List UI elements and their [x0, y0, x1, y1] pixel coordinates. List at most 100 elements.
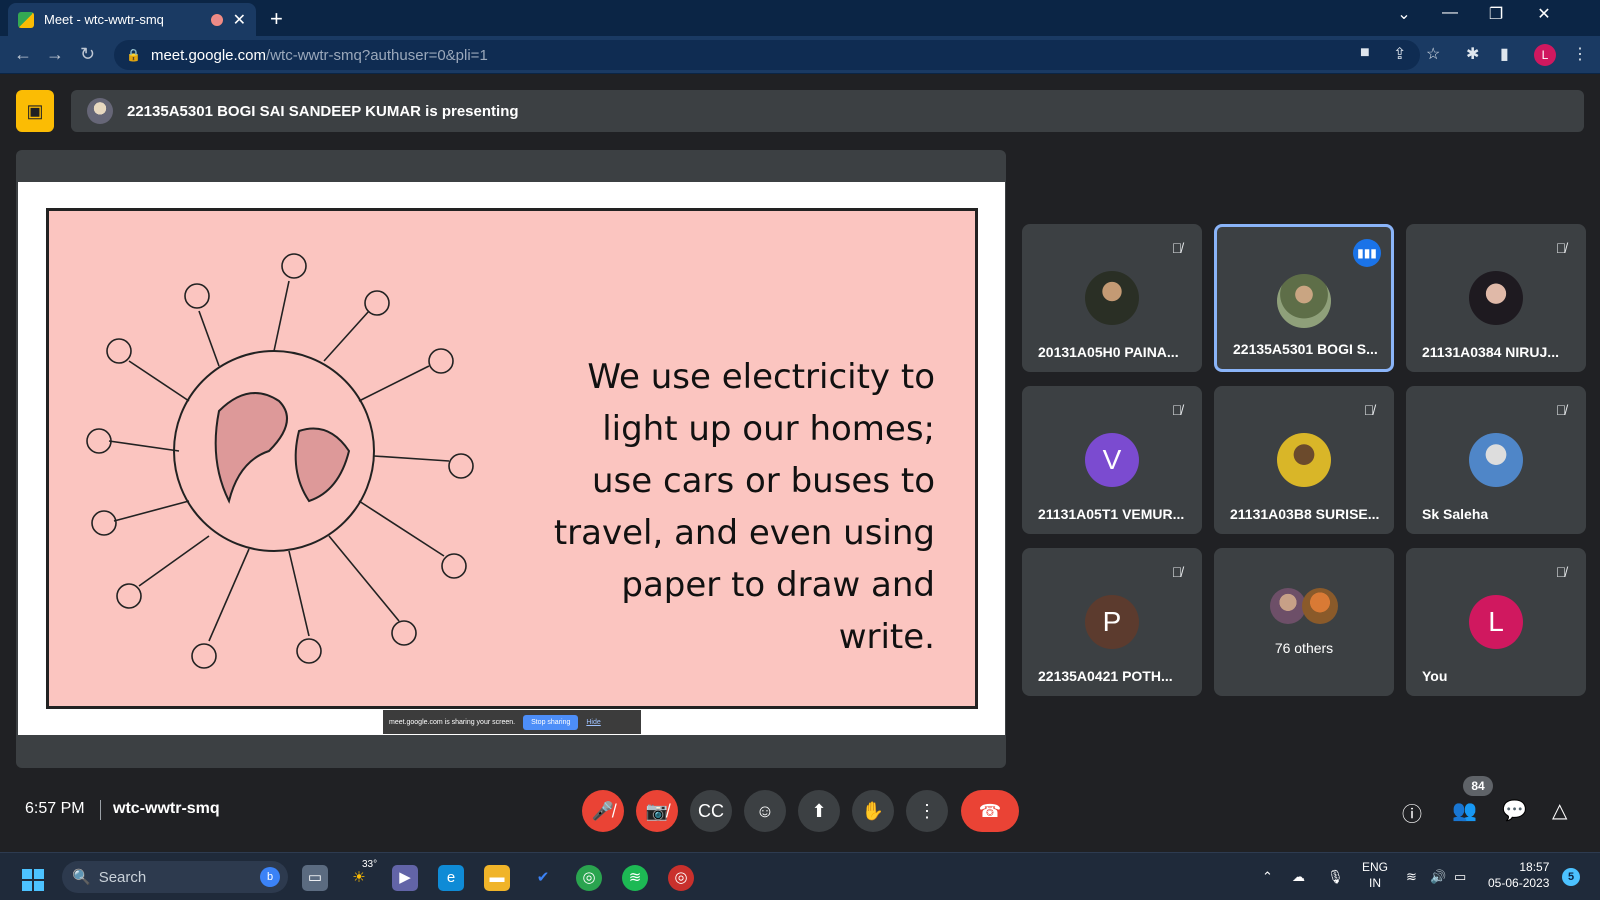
microphone-icon[interactable]: 🎙 [1327, 869, 1344, 885]
presentation-icon[interactable]: ▣ [16, 90, 54, 132]
others-count: 76 others [1274, 640, 1334, 656]
participant-name: 22135A5301 BOGI S... [1233, 341, 1378, 357]
presenting-text: 22135A5301 BOGI SAI SANDEEP KUMAR is pre… [127, 102, 519, 120]
file-explorer-icon[interactable]: ▬ [484, 865, 510, 891]
notification-badge[interactable]: 5 [1562, 868, 1580, 886]
mic-off-icon: 🎙̸ [1555, 240, 1567, 256]
participant-tile-active-speaker[interactable]: ▮▮▮ 22135A5301 BOGI S... [1214, 224, 1394, 372]
meeting-details-icon[interactable]: ⓘ [1402, 798, 1422, 827]
meeting-code: wtc-wwtr-smq [113, 800, 220, 817]
browser-toolbar: ← → ↻ 🔒 meet.google.com/wtc-wwtr-smq?aut… [0, 36, 1600, 74]
chrome-profile-icon[interactable]: ◎ [668, 865, 694, 891]
wifi-icon[interactable]: ≋ [1406, 869, 1417, 885]
slide-text: We use electricity to light up our homes… [553, 357, 935, 657]
battery-icon[interactable]: ▭ [1454, 869, 1466, 885]
extensions-icon[interactable]: ✱ [1466, 44, 1479, 64]
lang-top: ENG [1362, 860, 1389, 874]
close-tab-icon[interactable]: ✕ [233, 10, 246, 30]
bookmark-star-icon[interactable]: ☆ [1426, 44, 1440, 64]
screen-share-notice: meet.google.com is sharing your screen. … [383, 710, 641, 734]
presenting-banner: 22135A5301 BOGI SAI SANDEEP KUMAR is pre… [71, 90, 1584, 132]
profile-avatar[interactable]: L [1534, 44, 1556, 66]
hide-link[interactable]: Hide [586, 719, 600, 726]
chrome-icon[interactable]: ◎ [576, 865, 602, 891]
url-host: meet.google.com [150, 46, 267, 64]
tab-search-icon[interactable]: ⌄ [1384, 4, 1424, 24]
avatar [1277, 433, 1331, 487]
captions-button[interactable]: CC [690, 790, 732, 832]
side-panel-icon[interactable]: ▮ [1500, 44, 1509, 64]
close-window-icon[interactable]: ✕ [1524, 4, 1564, 24]
spotify-icon[interactable]: ≋ [622, 865, 648, 891]
mic-off-icon: 🎙̸ [1555, 564, 1567, 580]
mic-off-icon: 🎙̸ [1171, 240, 1183, 256]
participant-tile[interactable]: 🎙̸ 21131A0384 NIRUJ... [1406, 224, 1586, 372]
present-now-button[interactable]: ⬆ [798, 790, 840, 832]
back-icon[interactable]: ← [14, 44, 32, 65]
participant-name: Sk Saleha [1422, 506, 1489, 522]
tab-meet[interactable]: Meet - wtc-wwtr-smq ✕ [8, 3, 256, 36]
onedrive-icon[interactable]: ☁ [1292, 869, 1305, 885]
participant-tile[interactable]: 🎙̸ 20131A05H0 PAINA... [1022, 224, 1202, 372]
avatar: L [1469, 595, 1523, 649]
self-tile[interactable]: 🎙̸ L You [1406, 548, 1586, 696]
participant-name: You [1422, 668, 1448, 684]
restore-icon[interactable]: ❐ [1476, 4, 1516, 24]
volume-icon[interactable]: 🔊 [1430, 869, 1446, 885]
participant-name: 21131A0384 NIRUJ... [1422, 344, 1559, 360]
browser-tab-strip: Meet - wtc-wwtr-smq ✕ + ⌄ — ❐ ✕ [0, 0, 1600, 36]
teams-chat-icon[interactable]: ▶ [392, 865, 418, 891]
mic-off-icon: 🎙̸ [1171, 564, 1183, 580]
more-options-button[interactable]: ⋮ [906, 790, 948, 832]
chrome-menu-icon[interactable]: ⋮ [1572, 44, 1588, 64]
avatar [1085, 271, 1139, 325]
share-notice-text: meet.google.com is sharing your screen. [389, 718, 516, 726]
camera-in-use-icon[interactable]: ■ [1360, 44, 1370, 62]
show-hidden-icons-icon[interactable]: ⌃ [1262, 869, 1273, 885]
people-icon[interactable]: 👥 [1452, 798, 1477, 823]
participant-tile[interactable]: 🎙̸ Sk Saleha [1406, 386, 1586, 534]
clock-date: 05-06-2023 [1488, 876, 1550, 890]
others-tile[interactable]: 76 others [1214, 548, 1394, 696]
new-tab-icon[interactable]: + [270, 6, 283, 32]
people-count-badge: 84 [1463, 776, 1493, 796]
reactions-button[interactable]: ☺ [744, 790, 786, 832]
taskbar-clock[interactable]: 18:57 05-06-2023 [1488, 859, 1549, 891]
weather-temp: 33° [362, 859, 378, 870]
stop-sharing-button[interactable]: Stop sharing [523, 714, 579, 730]
globe-people-illustration [86, 253, 474, 669]
chat-icon[interactable]: 💬 [1502, 798, 1527, 823]
windows-taskbar: 🔍 Search b ▭ ☀ 33° ▶ e ▬ ✔ ◎ ≋ ◎ ⌃ ☁ 🎙 E… [0, 852, 1600, 900]
mic-off-icon: 🎙̸ [1171, 402, 1183, 418]
participant-tile[interactable]: 🎙̸ P 22135A0421 POTH... [1022, 548, 1202, 696]
mic-toggle-button[interactable]: 🎤̸ [582, 790, 624, 832]
taskbar-search[interactable]: 🔍 Search b [62, 861, 288, 893]
share-icon[interactable]: ⇪ [1393, 44, 1406, 64]
windows-start-icon[interactable] [22, 869, 44, 891]
todo-icon[interactable]: ✔ [530, 865, 556, 891]
participant-tile[interactable]: 🎙̸ V 21131A05T1 VEMUR... [1022, 386, 1202, 534]
language-indicator[interactable]: ENG IN [1362, 859, 1388, 891]
bing-icon[interactable]: b [260, 867, 280, 887]
search-placeholder: Search [98, 868, 147, 886]
leave-call-button[interactable]: ☎ [961, 790, 1019, 832]
url-path: /wtc-wwtr-smq?authuser=0&pli=1 [266, 46, 488, 64]
avatar: V [1085, 433, 1139, 487]
participant-name: 21131A05T1 VEMUR... [1038, 506, 1185, 522]
forward-icon[interactable]: → [46, 44, 64, 65]
slide: We use electricity to light up our homes… [46, 208, 978, 709]
edge-icon[interactable]: e [438, 865, 464, 891]
mic-off-icon: 🎙̸ [1363, 402, 1375, 418]
reload-icon[interactable]: ↻ [80, 44, 95, 65]
participant-tile[interactable]: 🎙̸ 21131A03B8 SURISE... [1214, 386, 1394, 534]
camera-toggle-button[interactable]: 📷̸ [636, 790, 678, 832]
raise-hand-button[interactable]: ✋ [852, 790, 894, 832]
participant-name: 20131A05H0 PAINA... [1038, 344, 1179, 360]
lock-icon[interactable]: 🔒 [126, 48, 141, 62]
address-bar[interactable]: 🔒 meet.google.com/wtc-wwtr-smq?authuser=… [114, 40, 1420, 70]
tab-title: Meet - wtc-wwtr-smq [44, 12, 164, 27]
minimize-icon[interactable]: — [1430, 4, 1470, 22]
activities-icon[interactable]: △ [1552, 798, 1567, 823]
task-view-icon[interactable]: ▭ [302, 865, 328, 891]
participant-name: 21131A03B8 SURISE... [1230, 506, 1380, 522]
